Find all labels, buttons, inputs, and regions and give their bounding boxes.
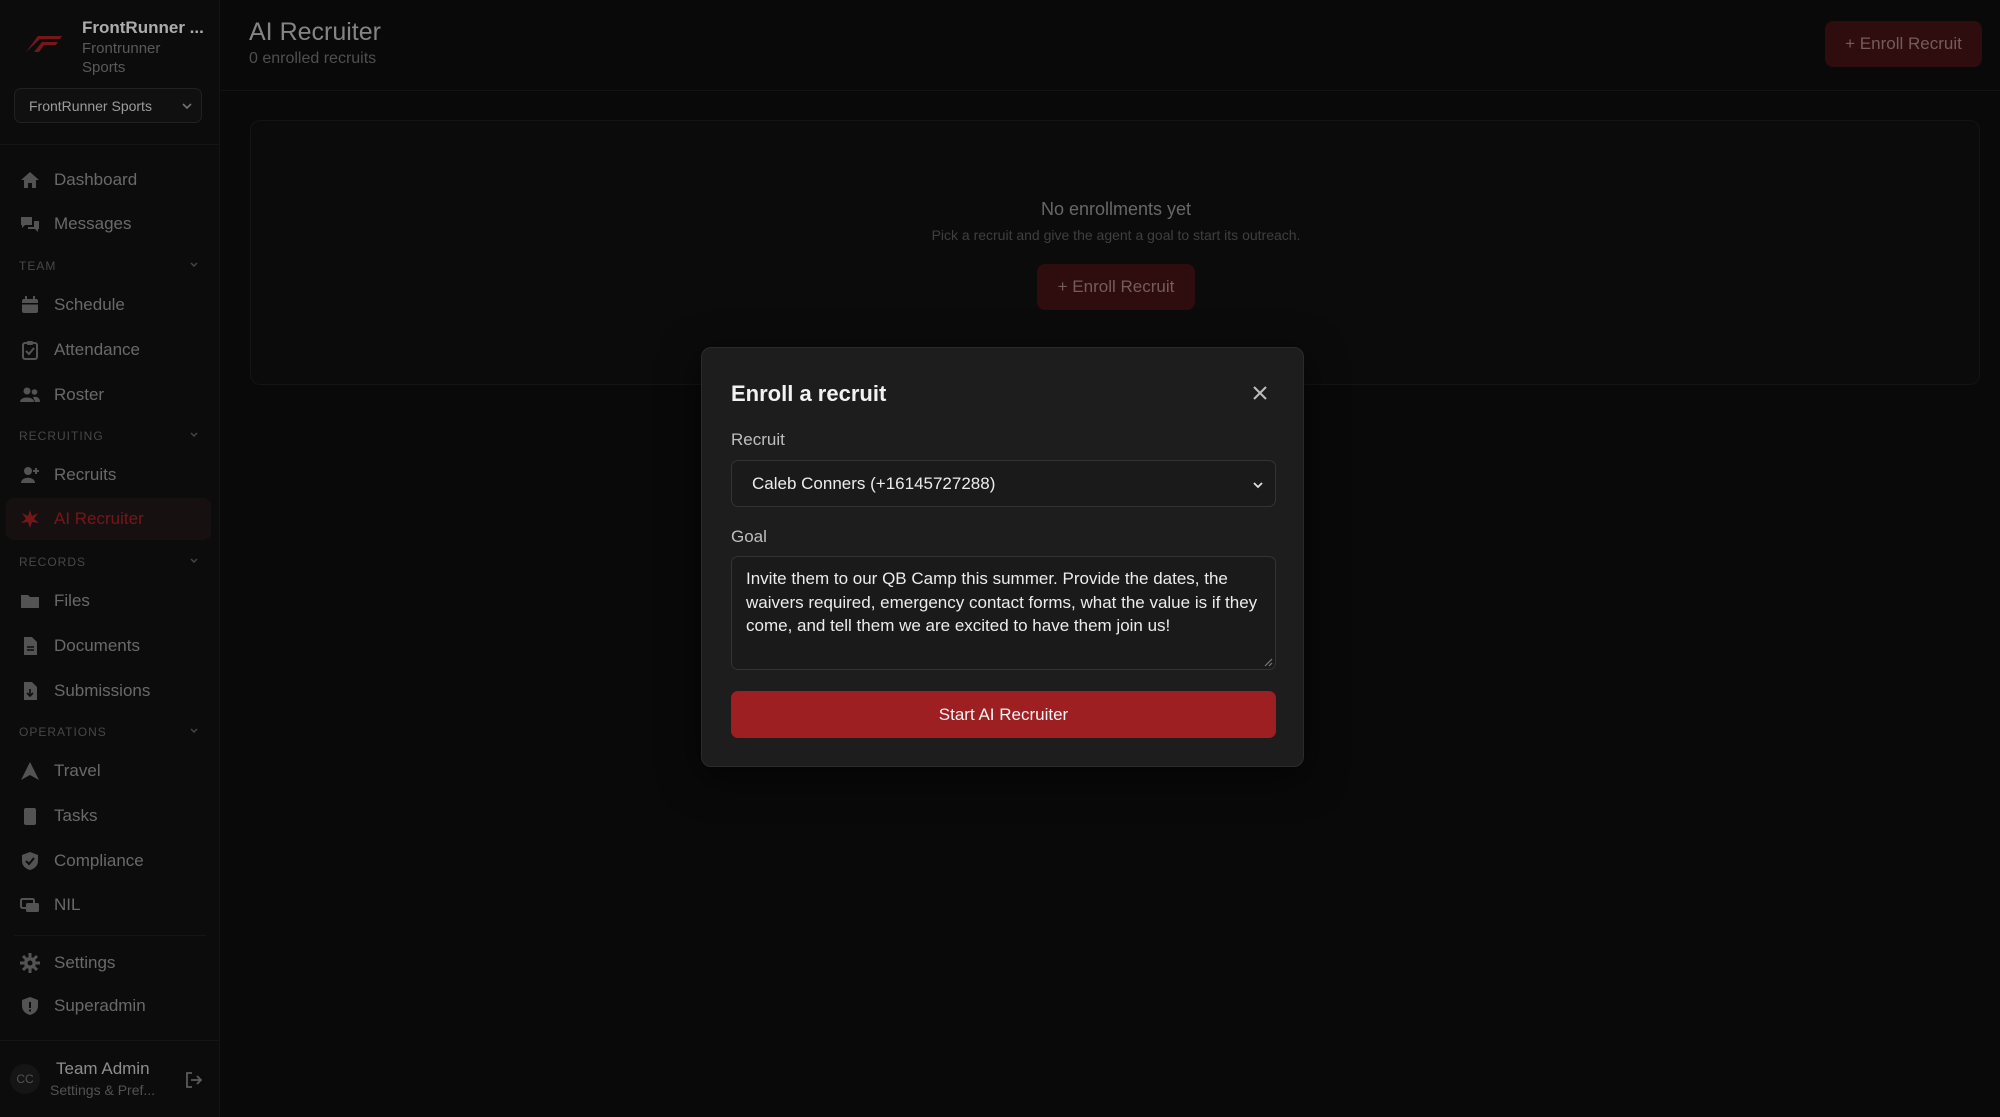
modal-title: Enroll a recruit (731, 381, 887, 406)
resize-grip-icon[interactable] (1263, 657, 1273, 667)
recruit-field-label: Recruit (731, 430, 785, 449)
enroll-recruit-modal: Enroll a recruit Recruit Caleb Conners (… (701, 347, 1304, 767)
recruit-select-value: Caleb Conners (+16145727288) (752, 474, 996, 493)
close-icon[interactable] (1248, 381, 1272, 405)
start-ai-recruiter-button[interactable]: Start AI Recruiter (731, 691, 1276, 738)
goal-textarea[interactable]: Invite them to our QB Camp this summer. … (731, 556, 1276, 670)
recruit-select[interactable]: Caleb Conners (+16145727288) (731, 460, 1276, 507)
chevron-down-icon (1253, 482, 1263, 489)
goal-field-label: Goal (731, 527, 767, 546)
